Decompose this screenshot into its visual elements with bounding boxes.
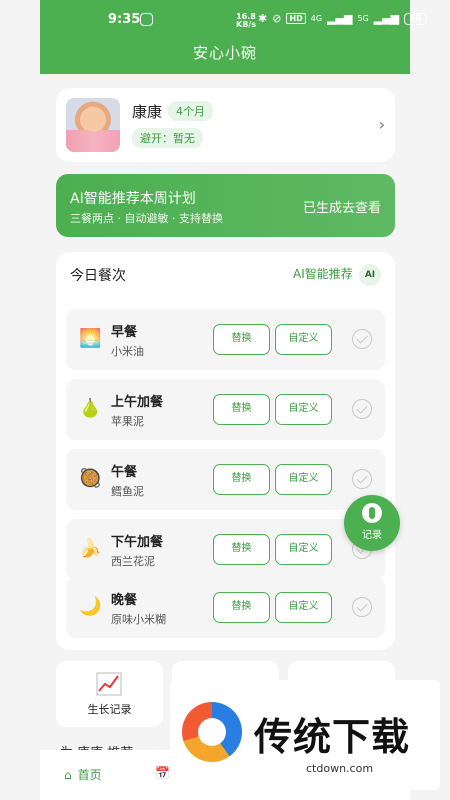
meal-row-lunch: 🥘 午餐 鳕鱼泥 替换 自定义 <box>66 449 385 510</box>
ai-weekly-plan-banner[interactable]: AI智能推荐本周计划 三餐两点 · 自动避敏 · 支持替换 已生成去查看 <box>56 174 395 237</box>
signal-5g-label: 5G <box>357 14 369 23</box>
mute-icon: ⊘ <box>272 12 282 25</box>
ai-recommend-label[interactable]: AI智能推荐 <box>293 265 353 282</box>
complete-check-icon[interactable] <box>352 597 372 617</box>
swap-button[interactable]: 替换 <box>213 324 270 355</box>
watermark-overlay: 传统下载 ctdown.com <box>170 680 440 790</box>
network-speed-unit: KB/s <box>236 20 256 29</box>
calendar-icon: 📅 <box>155 766 170 780</box>
growth-chart-icon <box>96 672 122 696</box>
meal-food: 苹果泥 <box>111 415 144 428</box>
meal-name: 下午加餐 <box>111 535 164 550</box>
meal-food: 原味小米糊 <box>111 613 166 626</box>
meal-name: 早餐 <box>111 325 138 340</box>
moon-icon: 🌙 <box>79 596 102 617</box>
pot-icon: 🥘 <box>79 468 102 489</box>
page-title: 安心小碗 <box>192 44 257 62</box>
baby-name: 康康 <box>132 103 163 121</box>
meal-food: 西兰花泥 <box>111 555 155 568</box>
section-title: 今日餐次 <box>70 268 126 284</box>
meal-food: 小米油 <box>111 345 144 358</box>
meal-name: 午餐 <box>111 465 138 480</box>
swap-button[interactable]: 替换 <box>213 534 270 565</box>
tile-label: 生长记录 <box>87 703 132 716</box>
banana-icon: 🍌 <box>79 538 102 559</box>
ctdown-logo-icon <box>182 702 242 762</box>
meal-row-afternoon-snack: 🍌 下午加餐 西兰花泥 替换 自定义 <box>66 519 385 580</box>
baby-profile-card[interactable]: 康康 4个月 避开：暂无 › <box>56 88 395 162</box>
record-fab-button[interactable]: 记录 <box>344 495 400 551</box>
today-meals-card: 今日餐次 AI智能推荐 AI 🌅 早餐 小米油 替换 自定义 🍐 上午加餐 苹果… <box>56 252 395 650</box>
complete-check-icon[interactable] <box>352 399 372 419</box>
swap-button[interactable]: 替换 <box>213 592 270 623</box>
app-header: 9:35 16.8 KB/s ✱ ⊘ HD 4G ▂▄▆ 5G ▂▄▆ 36 安… <box>40 0 427 74</box>
nav-home[interactable]: ⌂ 首页 <box>64 766 102 783</box>
ai-chip-icon[interactable]: AI <box>359 264 381 286</box>
meal-food: 鳕鱼泥 <box>111 485 144 498</box>
record-label: 记录 <box>362 530 382 541</box>
customize-button[interactable]: 自定义 <box>275 592 332 623</box>
view-plan-link[interactable]: 已生成去查看 <box>303 197 381 216</box>
status-bar: 9:35 16.8 KB/s ✱ ⊘ HD 4G ▂▄▆ 5G ▂▄▆ 36 <box>40 0 427 40</box>
meal-row-breakfast: 🌅 早餐 小米油 替换 自定义 <box>66 309 385 370</box>
meal-name: 上午加餐 <box>111 395 164 410</box>
nav-plan[interactable]: 📅 <box>155 766 170 780</box>
signal-icon-2: ▂▄▆ <box>373 12 400 25</box>
complete-check-icon[interactable] <box>352 469 372 489</box>
watermark-text: 传统下载 <box>254 715 411 759</box>
bluetooth-icon: ✱ <box>258 12 268 25</box>
customize-button[interactable]: 自定义 <box>275 534 332 565</box>
allergy-badge: 避开：暂无 <box>132 128 203 148</box>
hd-badge: HD <box>286 13 306 24</box>
customize-button[interactable]: 自定义 <box>275 464 332 495</box>
complete-check-icon[interactable] <box>352 329 372 349</box>
customize-button[interactable]: 自定义 <box>275 394 332 425</box>
meal-row-dinner: 🌙 晚餐 原味小米糊 替换 自定义 <box>66 577 385 638</box>
status-icons: ✱ ⊘ HD 4G ▂▄▆ 5G ▂▄▆ 36 <box>258 12 427 25</box>
home-icon: ⌂ <box>64 767 72 782</box>
meal-name: 晚餐 <box>111 593 138 608</box>
ai-banner-subtitle: 三餐两点 · 自动避敏 · 支持替换 <box>70 212 223 225</box>
watermark-url: ctdown.com <box>306 762 374 775</box>
age-badge: 4个月 <box>168 101 213 121</box>
network-speed: 16.8 KB/s <box>236 13 256 29</box>
pear-icon: 🍐 <box>79 398 102 419</box>
swap-button[interactable]: 替换 <box>213 394 270 425</box>
tile-growth-record[interactable]: 生长记录 <box>56 661 163 727</box>
notification-icon <box>140 13 153 26</box>
signal-4g-label: 4G <box>310 14 323 23</box>
chevron-right-icon: › <box>378 115 385 134</box>
customize-button[interactable]: 自定义 <box>275 324 332 355</box>
sunrise-icon: 🌅 <box>79 328 102 349</box>
signal-icon: ▂▄▆ <box>327 12 353 25</box>
status-time: 9:35 <box>108 12 141 27</box>
meal-row-morning-snack: 🍐 上午加餐 苹果泥 替换 自定义 <box>66 379 385 440</box>
swap-button[interactable]: 替换 <box>213 464 270 495</box>
nav-home-label: 首页 <box>77 768 102 782</box>
plate-icon <box>362 503 382 523</box>
ai-banner-title: AI智能推荐本周计划 <box>70 191 196 207</box>
battery-indicator: 36 <box>404 12 427 25</box>
avatar <box>66 98 120 152</box>
